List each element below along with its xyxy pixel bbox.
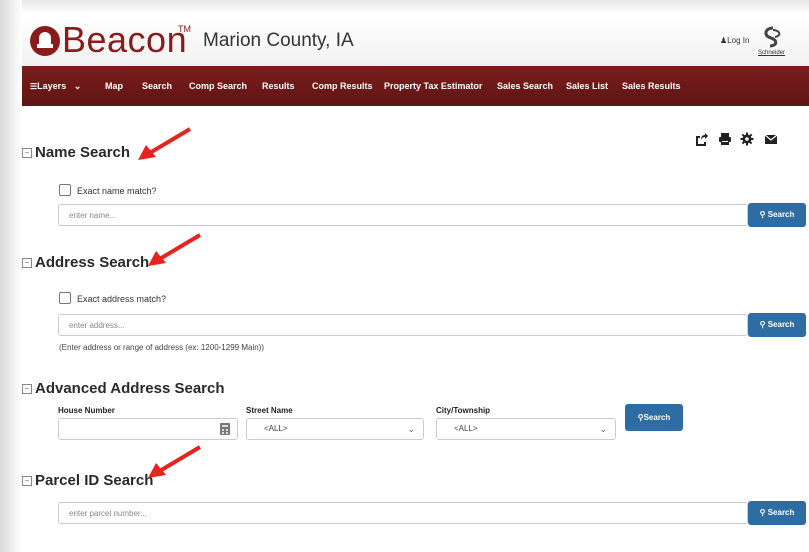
nav-layers-label: Layers [37, 81, 67, 91]
trademark-mark: TM [178, 24, 191, 34]
search-icon: ⚲ [759, 320, 766, 329]
parcel-id-search-title-text: Parcel ID Search [35, 472, 154, 489]
nav-sales-search[interactable]: Sales Search [497, 66, 553, 106]
beacon-logo-text[interactable]: Beacon [62, 20, 187, 60]
search-icon: ⚲ [759, 508, 766, 517]
chevron-down-icon: ⌄ [599, 424, 607, 434]
print-icon[interactable] [718, 132, 732, 146]
login-label: Log In [727, 36, 750, 45]
nav-map[interactable]: Map [105, 66, 123, 106]
keypad-icon[interactable] [219, 422, 233, 436]
nav-results[interactable]: Results [262, 66, 295, 106]
name-search-field[interactable] [58, 204, 748, 226]
parcel-id-search-title[interactable]: − Parcel ID Search [22, 472, 153, 489]
name-search-button-label: Search [767, 210, 795, 219]
share-icon[interactable] [694, 132, 708, 146]
address-search-input[interactable] [59, 315, 747, 336]
exact-name-checkbox[interactable] [59, 184, 71, 196]
name-search-title[interactable]: − Name Search [22, 144, 130, 161]
street-name-label: Street Name [246, 406, 293, 415]
collapse-toggle-icon[interactable]: − [22, 148, 32, 158]
nav-property-tax-estimator[interactable]: Property Tax Estimator [384, 66, 482, 106]
nav-sales-results[interactable]: Sales Results [622, 66, 681, 106]
name-search-input[interactable] [59, 205, 747, 226]
city-township-value: <ALL> [454, 424, 478, 433]
beacon-page: Beacon TM Marion County, IA ♟Log In Schn… [22, 16, 809, 552]
address-search-title-text: Address Search [35, 254, 150, 271]
exact-name-label: Exact name match? [77, 186, 157, 196]
chevron-down-icon: ⌄ [73, 81, 82, 91]
name-search-title-text: Name Search [35, 144, 131, 161]
chevron-down-icon: ⌄ [407, 424, 415, 434]
address-hint-text: (Enter address or range of address (ex: … [59, 343, 264, 352]
advanced-search-button[interactable]: ⚲Search [625, 404, 683, 431]
parcel-search-input[interactable] [59, 503, 747, 524]
main-nav: ☰Layers ⌄ Map Search Comp Search Results… [22, 66, 809, 106]
exact-address-checkbox[interactable] [59, 292, 71, 304]
parcel-search-button[interactable]: ⚲ Search [748, 501, 806, 525]
nav-search[interactable]: Search [142, 66, 172, 106]
exact-address-label: Exact address match? [77, 294, 167, 304]
street-name-select[interactable]: <ALL> ⌄ [246, 418, 424, 440]
collapse-toggle-icon[interactable]: − [22, 384, 32, 394]
annotation-arrow-icon [138, 127, 192, 160]
schneider-label: Schneider [758, 50, 786, 56]
collapse-toggle-icon[interactable]: − [22, 476, 32, 486]
city-township-select[interactable]: <ALL> ⌄ [436, 418, 616, 440]
email-icon[interactable] [764, 132, 778, 146]
site-header: Beacon TM Marion County, IA ♟Log In Schn… [22, 16, 809, 67]
county-name: Marion County, IA [203, 30, 354, 51]
advanced-search-button-label: Search [643, 413, 671, 422]
top-shadow [0, 0, 809, 14]
collapse-toggle-icon[interactable]: − [22, 258, 32, 268]
parcel-search-button-label: Search [767, 508, 795, 517]
nav-comp-results[interactable]: Comp Results [312, 66, 373, 106]
street-name-value: <ALL> [264, 424, 288, 433]
address-search-button[interactable]: ⚲ Search [748, 313, 806, 337]
left-shadow [0, 0, 22, 552]
address-search-button-label: Search [767, 320, 795, 329]
capitol-dome-icon [30, 26, 60, 56]
name-search-button[interactable]: ⚲ Search [748, 203, 806, 227]
annotation-arrow-icon [148, 445, 202, 478]
advanced-address-search-title-text: Advanced Address Search [35, 380, 225, 397]
house-number-field[interactable] [58, 418, 238, 440]
nav-comp-search[interactable]: Comp Search [189, 66, 247, 106]
screenshot-frame: Beacon TM Marion County, IA ♟Log In Schn… [0, 0, 809, 552]
exact-address-checkbox-row[interactable]: Exact address match? [59, 292, 166, 304]
gear-icon[interactable] [740, 132, 754, 146]
login-link[interactable]: ♟Log In [720, 36, 749, 45]
city-township-label: City/Township [436, 406, 491, 415]
address-search-field[interactable] [58, 314, 748, 336]
search-icon: ⚲ [759, 210, 766, 219]
exact-name-checkbox-row[interactable]: Exact name match? [59, 184, 157, 196]
advanced-address-search-title[interactable]: − Advanced Address Search [22, 380, 225, 397]
house-number-input[interactable] [59, 419, 237, 440]
nav-sales-list[interactable]: Sales List [566, 66, 608, 106]
annotation-arrow-icon [148, 233, 202, 266]
nav-layers[interactable]: ☰Layers ⌄ [30, 66, 81, 106]
parcel-search-field[interactable] [58, 502, 748, 524]
address-search-title[interactable]: − Address Search [22, 254, 149, 271]
house-number-label: House Number [58, 406, 115, 415]
